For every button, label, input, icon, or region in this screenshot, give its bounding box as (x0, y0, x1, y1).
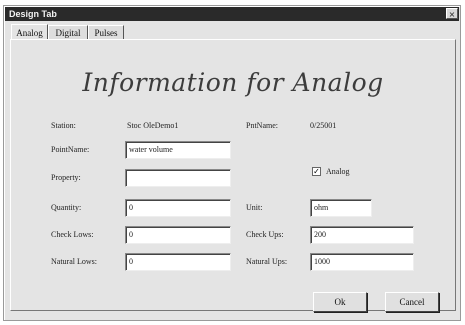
pntname-label: PntName: (246, 121, 278, 130)
analog-checkbox[interactable]: ✓ (312, 167, 321, 176)
tab-pulses[interactable]: Pulses (88, 25, 124, 39)
check-ups-label: Check Ups: (246, 230, 284, 239)
quantity-field[interactable]: 0 (125, 199, 231, 217)
station-label: Station: (51, 121, 76, 130)
analog-checkbox-label: Analog (326, 167, 350, 176)
page-title: Information for Analog (82, 68, 384, 97)
window-title: Design Tab (9, 9, 57, 19)
close-icon[interactable]: × (446, 8, 458, 19)
tab-digital[interactable]: Digital (48, 25, 88, 39)
pointname-field[interactable]: water volume (125, 141, 231, 159)
natural-ups-field[interactable]: 1000 (310, 253, 414, 271)
title-bar[interactable]: Design Tab × (5, 7, 459, 21)
natural-lows-label: Natural Lows: (51, 257, 97, 266)
check-lows-field[interactable]: 0 (125, 226, 231, 244)
tab-analog[interactable]: Analog (11, 24, 48, 40)
pointname-label: PointName: (51, 145, 90, 154)
checkmark-icon: ✓ (313, 167, 320, 176)
ok-button[interactable]: Ok (313, 292, 367, 312)
natural-lows-field[interactable]: 0 (125, 253, 231, 271)
unit-label: Unit: (246, 203, 263, 212)
unit-field[interactable]: ohm (310, 199, 372, 217)
pntname-value: 0/25001 (310, 121, 337, 130)
check-lows-label: Check Lows: (51, 230, 94, 239)
property-field[interactable] (125, 169, 231, 187)
cancel-button[interactable]: Cancel (385, 292, 439, 312)
quantity-label: Quantity: (51, 203, 82, 212)
design-tab-dialog: Design Tab × Analog Digital Pulses Infor… (3, 5, 461, 321)
check-ups-field[interactable]: 200 (310, 226, 414, 244)
property-label: Property: (51, 173, 81, 182)
natural-ups-label: Natural Ups: (246, 257, 288, 266)
station-value: Stoc OleDemo1 (127, 121, 179, 130)
